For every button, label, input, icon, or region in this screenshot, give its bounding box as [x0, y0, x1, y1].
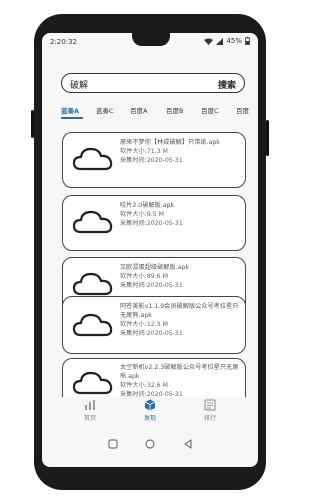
system-nav-bar [42, 431, 258, 461]
result-title: 太空新机v2.2.3破解版公众号考拉星只无尾熊.apk [120, 364, 239, 380]
result-card[interactable]: 原来不梦你【林成破解】只带纸.apk 软件大小:71.3 M 采集时间:2020… [62, 132, 246, 188]
active-tab-indicator [61, 117, 83, 119]
result-title: 咬片2.0破解版.apk [120, 202, 175, 209]
volume-button [31, 110, 34, 138]
cloud-icon [72, 371, 113, 395]
wifi-icon [204, 38, 214, 45]
tab-baidu[interactable]: 百度 [236, 105, 249, 115]
status-time: 2:20:32 [50, 38, 77, 46]
bottom-nav: 首页 发现 排行 [42, 397, 258, 427]
nav-ranking[interactable]: 排行 [190, 399, 230, 422]
nav-discover[interactable]: 发现 [130, 399, 170, 422]
result-size: 软件大小:12.3 M [120, 321, 168, 328]
result-card[interactable]: 太空新机v2.2.3破解版公众号考拉星只无尾熊.apk 软件大小:32.6 M … [62, 358, 246, 402]
search-bar[interactable]: 破解 搜索 [61, 73, 245, 93]
result-date: 采集时间:2020-05-31 [120, 330, 183, 337]
result-title: 阿苍美影v1.1.9会员破解版公众号考拉星只无尾熊.apk [120, 303, 239, 319]
result-title: 又欧混蛋超级破解版.apk [120, 264, 189, 271]
battery-icon [245, 37, 250, 45]
cube-icon [144, 399, 156, 411]
result-size: 软件大小:89.6 M [120, 273, 168, 280]
tab-baidu-a[interactable]: 百度A [130, 105, 147, 115]
home-icon[interactable] [145, 439, 155, 449]
result-date: 采集时间:2020-05-31 [120, 157, 183, 164]
cloud-icon [72, 313, 113, 337]
back-icon[interactable] [183, 439, 193, 449]
search-input[interactable]: 破解 [70, 78, 88, 91]
tab-lanzou-a[interactable]: 蓝奏A [61, 105, 79, 115]
ranking-icon [204, 399, 216, 411]
search-button[interactable]: 搜索 [218, 78, 236, 91]
nav-discover-label: 发现 [143, 415, 157, 422]
battery-percent: 45% [226, 37, 242, 45]
result-size: 软件大小:32.6 M [120, 382, 168, 389]
app-screen: 2:20:32 45% 破解 搜索 蓝奏A 蓝奏C 百度A 百度B 百度C 百度… [42, 33, 258, 467]
nav-ranking-label: 排行 [203, 415, 217, 422]
recents-icon[interactable] [108, 439, 118, 449]
result-date: 采集时间:2020-05-31 [120, 220, 183, 227]
result-date: 采集时间:2020-05-31 [120, 282, 183, 289]
cloud-icon [72, 147, 113, 171]
home-chart-icon [85, 400, 95, 410]
result-size: 软件大小:71.3 M [120, 148, 168, 155]
signal-icon [216, 37, 224, 45]
power-button [266, 120, 269, 156]
status-icons: 45% [204, 37, 250, 45]
tab-baidu-c[interactable]: 百度C [201, 105, 219, 115]
result-card[interactable]: 咬片2.0破解版.apk 软件大小:9.5 M 采集时间:2020-05-31 [62, 195, 246, 251]
result-size: 软件大小:9.5 M [120, 211, 164, 218]
status-bar: 2:20:32 45% [42, 33, 258, 51]
nav-home-label: 首页 [83, 415, 97, 422]
nav-home[interactable]: 首页 [70, 399, 110, 422]
tab-lanzou-c[interactable]: 蓝奏C [96, 105, 114, 115]
result-card[interactable]: 阿苍美影v1.1.9会员破解版公众号考拉星只无尾熊.apk 软件大小:12.3 … [62, 296, 246, 354]
source-tabs: 蓝奏A 蓝奏C 百度A 百度B 百度C 百度 [42, 105, 258, 123]
tab-baidu-b[interactable]: 百度B [166, 105, 183, 115]
cloud-icon [72, 210, 113, 234]
result-title: 原来不梦你【林成破解】只带纸.apk [120, 139, 220, 146]
